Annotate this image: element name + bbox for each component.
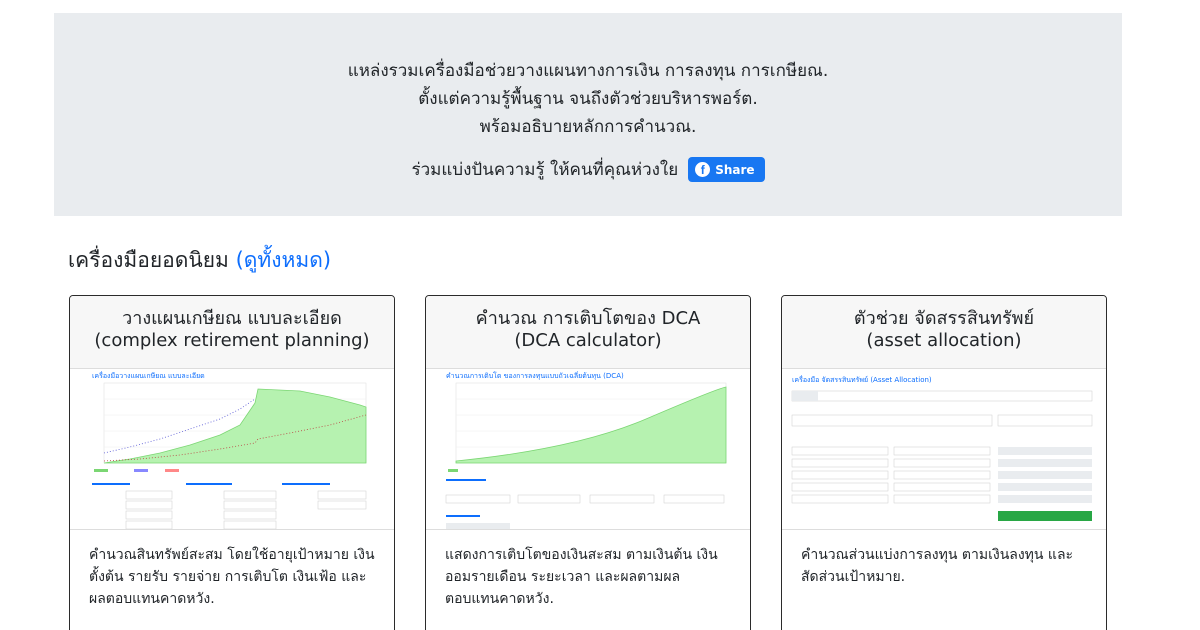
section-heading: เครื่องมือยอดนิยม: [68, 248, 229, 272]
share-prompt: ร่วมแบ่งปันความรู้ ให้คนที่คุณห่วงใย: [411, 160, 679, 180]
card-header: วางแผนเกษียณ แบบละเอียด (complex retirem…: [70, 296, 394, 368]
card-description: คำนวณส่วนแบ่งการลงทุน ตามเงินลงทุน และสั…: [801, 547, 1074, 585]
preview-title: เครื่องมือ จัดสรรสินทรัพย์ (Asset Alloca…: [792, 375, 932, 384]
hero-line-3: พร้อมอธิบายหลักการคำนวณ.: [479, 117, 697, 137]
card-preview-image[interactable]: เครื่องมือ จัดสรรสินทรัพย์ (Asset Alloca…: [782, 368, 1106, 530]
hero-line-2: ตั้งแต่ความรู้พื้นฐาน จนถึงตัวช่วยบริหาร…: [418, 89, 758, 109]
card-title-english: (DCA calculator): [514, 330, 662, 351]
facebook-share-button[interactable]: f Share: [688, 157, 765, 182]
card-preview-image[interactable]: เครื่องมือวางแผนเกษียณ แบบละเอียด: [70, 368, 394, 530]
card-header: ตัวช่วย จัดสรรสินทรัพย์ (asset allocatio…: [782, 296, 1106, 368]
facebook-icon: f: [695, 162, 711, 177]
card-title-thai: คำนวณ การเติบโตของ DCA: [475, 308, 701, 329]
tool-card-asset-allocation[interactable]: ตัวช่วย จัดสรรสินทรัพย์ (asset allocatio…: [781, 295, 1107, 630]
hero-line-1: แหล่งรวมเครื่องมือช่วยวางแผนทางการเงิน ก…: [347, 61, 829, 81]
card-description: แสดงการเติบโตของเงินสะสม ตามเงินต้น เงิน…: [445, 547, 718, 607]
share-row: ร่วมแบ่งปันความรู้ ให้คนที่คุณห่วงใย f S…: [54, 156, 1122, 183]
card-title-english: (asset allocation): [866, 330, 1022, 351]
hero-text: แหล่งรวมเครื่องมือช่วยวางแผนทางการเงิน ก…: [54, 13, 1122, 141]
tool-card-retirement[interactable]: วางแผนเกษียณ แบบละเอียด (complex retirem…: [69, 295, 395, 630]
preview-title: เครื่องมือวางแผนเกษียณ แบบละเอียด: [92, 371, 205, 380]
card-title-thai: ตัวช่วย จัดสรรสินทรัพย์: [853, 308, 1035, 329]
card-description: คำนวณสินทรัพย์สะสม โดยใช้อายุเป้าหมาย เง…: [89, 547, 375, 607]
tool-card-dca[interactable]: คำนวณ การเติบโตของ DCA (DCA calculator) …: [425, 295, 751, 630]
see-all-link[interactable]: (ดูทั้งหมด): [236, 248, 331, 272]
section-title: เครื่องมือยอดนิยม (ดูทั้งหมด): [68, 244, 331, 277]
card-header: คำนวณ การเติบโตของ DCA (DCA calculator): [426, 296, 750, 368]
card-title-english: (complex retirement planning): [94, 330, 370, 351]
card-title-thai: วางแผนเกษียณ แบบละเอียด: [122, 308, 342, 329]
share-button-label: Share: [715, 162, 755, 177]
card-preview-image[interactable]: คำนวณการเติบโต ของการลงทุนแบบถัวเฉลี่ยต้…: [426, 368, 750, 530]
hero-banner: แหล่งรวมเครื่องมือช่วยวางแผนทางการเงิน ก…: [54, 13, 1122, 216]
preview-title: คำนวณการเติบโต ของการลงทุนแบบถัวเฉลี่ยต้…: [446, 371, 624, 380]
